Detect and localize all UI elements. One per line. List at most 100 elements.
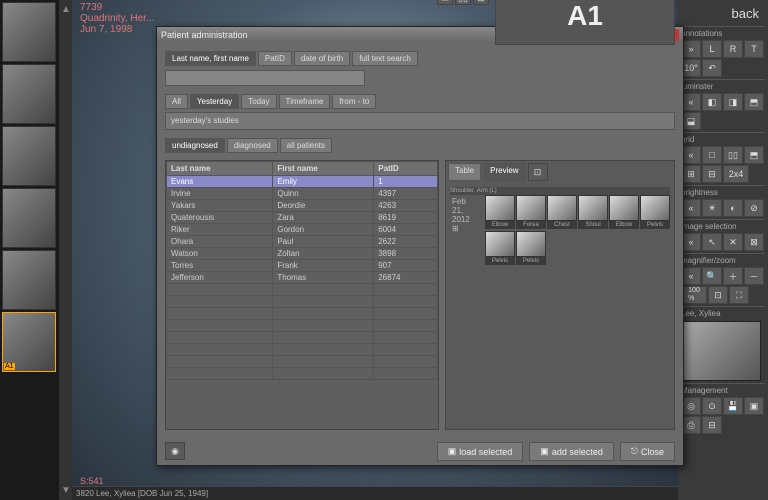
preview-mode-button[interactable]: ⊡ (528, 163, 548, 181)
filter-yesterday-tab[interactable]: Yesterday (190, 94, 239, 109)
table-row[interactable] (167, 320, 438, 332)
lum-b3[interactable]: ⬒ (744, 93, 764, 111)
mgmt-print-icon[interactable]: ⎙ (681, 416, 701, 434)
mag-lens-icon[interactable]: 🔍 (702, 267, 722, 285)
ann-text-button[interactable]: T (744, 40, 764, 58)
mag-fit-icon[interactable]: ⊡ (708, 286, 728, 304)
table-row[interactable] (167, 344, 438, 356)
lum-b4[interactable]: ⬓ (681, 112, 701, 130)
layout-3-button[interactable]: ⊞ (473, 0, 489, 5)
ann-l-button[interactable]: L (702, 40, 722, 58)
search-patid-tab[interactable]: PatID (258, 51, 292, 66)
sel-left-icon[interactable]: « (681, 233, 701, 251)
layout-1-button[interactable]: ▭ (437, 0, 453, 5)
grid-1x1[interactable]: □ (702, 146, 722, 164)
preview-thumb[interactable]: Pelvis (485, 231, 515, 265)
search-fulltext-tab[interactable]: full text search (352, 51, 418, 66)
search-lastname-tab[interactable]: Last name, first name (165, 51, 256, 66)
col-lastname[interactable]: Last name (167, 162, 273, 176)
preview-thumb[interactable]: Pelvis (640, 195, 670, 229)
thumbnail[interactable] (2, 64, 56, 124)
mag-in-icon[interactable]: ＋ (723, 267, 743, 285)
table-row[interactable] (167, 368, 438, 380)
load-selected-button[interactable]: ▣load selected (437, 442, 524, 461)
table-row[interactable]: QuaterousisZara8619 (167, 212, 438, 224)
sel-x-icon[interactable]: ✕ (723, 233, 743, 251)
close-button[interactable]: ⎋Close (620, 442, 675, 461)
col-firstname[interactable]: First name (273, 162, 374, 176)
mag-expand-icon[interactable]: ⛶ (729, 286, 749, 304)
diag-all-tab[interactable]: all patients (280, 138, 332, 153)
table-row[interactable]: EvansEmily1 (167, 176, 438, 188)
search-input[interactable] (165, 70, 365, 86)
ann-angle-button[interactable]: 10° (681, 59, 701, 77)
ann-undo-button[interactable]: ↶ (702, 59, 722, 77)
table-row[interactable]: YakarsDeordie4263 (167, 200, 438, 212)
col-patid[interactable]: PatID (374, 162, 438, 176)
table-row[interactable]: TorresFrank907 (167, 260, 438, 272)
table-row[interactable]: OharaPaul2622 (167, 236, 438, 248)
sel-pointer-icon[interactable]: ↖ (702, 233, 722, 251)
mgmt-save-icon[interactable]: 💾 (723, 397, 743, 415)
table-row[interactable]: IrvineQuinn4397 (167, 188, 438, 200)
table-row[interactable]: WatsonZoltan3898 (167, 248, 438, 260)
mag-out-icon[interactable]: － (744, 267, 764, 285)
grid-2x2[interactable]: ⊞ (681, 165, 701, 183)
filter-timeframe-tab[interactable]: Timeframe (279, 94, 331, 109)
bri-left-icon[interactable]: « (681, 199, 701, 217)
back-button[interactable]: back (681, 3, 765, 24)
diag-undiagnosed-tab[interactable]: undiagnosed (165, 138, 225, 153)
filmstrip-scroll[interactable]: ▲▼ (60, 0, 72, 500)
table-row[interactable] (167, 356, 438, 368)
grid-left-icon[interactable]: « (681, 146, 701, 164)
search-dob-tab[interactable]: date of birth (294, 51, 350, 66)
patient-table[interactable]: Last name First name PatID EvansEmily1Ir… (165, 160, 439, 430)
preview-thumb[interactable]: Pelvis (516, 231, 546, 265)
grid-2x4[interactable]: 2x4 (723, 165, 749, 183)
preview-thumb[interactable]: Elbow (485, 195, 515, 229)
sel-crop-icon[interactable]: ⊠ (744, 233, 764, 251)
preview-thumb[interactable]: Elbow (609, 195, 639, 229)
grid-3x3[interactable]: ⊟ (702, 165, 722, 183)
preview-thumb[interactable]: Chest (547, 195, 577, 229)
grid-1x2[interactable]: ▯▯ (723, 146, 743, 164)
settings-icon[interactable]: ◉ (165, 442, 185, 460)
mgmt-b6[interactable]: ⊟ (702, 416, 722, 434)
mag-100pct-button[interactable]: 100 % (681, 286, 707, 304)
layout-2-button[interactable]: ▯▯ (455, 0, 471, 5)
thumbnail-selected[interactable] (2, 312, 56, 372)
table-row[interactable] (167, 308, 438, 320)
table-row[interactable]: RikerGordon6004 (167, 224, 438, 236)
thumbnail[interactable] (2, 188, 56, 248)
bri-sun-icon[interactable]: ☀ (702, 199, 722, 217)
ann-expand-icon[interactable]: » (681, 40, 701, 58)
thumbnail[interactable] (2, 2, 56, 62)
table-row[interactable] (167, 296, 438, 308)
bri-contrast-icon[interactable]: ◐ (723, 199, 743, 217)
lum-left-icon[interactable]: « (681, 93, 701, 111)
filter-fromto-tab[interactable]: from - to (332, 94, 376, 109)
table-row[interactable] (167, 284, 438, 296)
thumbnail[interactable] (2, 126, 56, 186)
table-row[interactable] (167, 332, 438, 344)
mini-viewport[interactable] (681, 321, 761, 381)
thumbnail[interactable] (2, 250, 56, 310)
add-selected-button[interactable]: ▣add selected (529, 442, 614, 461)
grid-2x1[interactable]: ⬒ (744, 146, 764, 164)
lum-b1[interactable]: ◧ (702, 93, 722, 111)
lum-b2[interactable]: ◨ (723, 93, 743, 111)
mgmt-b2[interactable]: ⊙ (702, 397, 722, 415)
preview-thumb[interactable]: Shoul (578, 195, 608, 229)
table-row[interactable]: JeffersonThomas26874 (167, 272, 438, 284)
filter-today-tab[interactable]: Today (241, 94, 276, 109)
preview-table-tab[interactable]: Table (448, 163, 481, 181)
diag-diagnosed-tab[interactable]: diagnosed (227, 138, 278, 153)
filter-all-tab[interactable]: All (165, 94, 188, 109)
ann-r-button[interactable]: R (723, 40, 743, 58)
preview-preview-tab[interactable]: Preview (483, 163, 525, 181)
mag-left-icon[interactable]: « (681, 267, 701, 285)
mgmt-b4[interactable]: ▣ (744, 397, 764, 415)
preview-thumb[interactable]: Forea (516, 195, 546, 229)
bri-reset-icon[interactable]: ⊘ (744, 199, 764, 217)
mgmt-b1[interactable]: ◎ (681, 397, 701, 415)
